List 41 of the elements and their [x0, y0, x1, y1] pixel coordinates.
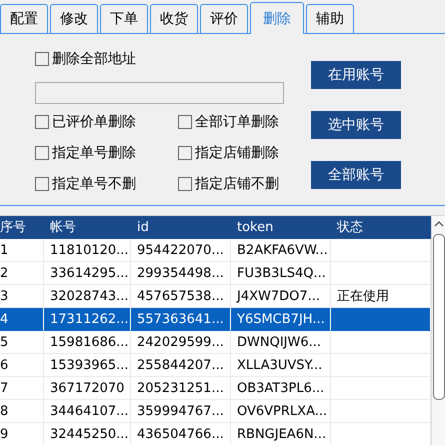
- table-row[interactable]: 8 34464107... 359994767... OV6VPRLXA...: [0, 400, 431, 423]
- scrollbar[interactable]: [431, 216, 445, 445]
- checkbox[interactable]: [35, 146, 49, 160]
- scrollbar-thumb[interactable]: [433, 234, 445, 400]
- table-row[interactable]: 2 33614295... 299354498... FU3B3LS4Q...: [0, 262, 431, 285]
- table-row[interactable]: 9 32445250... 436504766... RBNGJEA6N...: [0, 423, 431, 445]
- table-row[interactable]: 3 32028743... 457657538... J4XW7DO7... 正在使用: [0, 285, 431, 308]
- checkbox-option[interactable]: 指定店铺删除: [178, 143, 288, 163]
- account-button[interactable]: 在用账号: [311, 61, 401, 89]
- account-button[interactable]: 全部账号: [311, 161, 401, 189]
- account-button[interactable]: 选中账号: [311, 111, 401, 139]
- checkbox[interactable]: [178, 146, 192, 160]
- tab[interactable]: 修改: [50, 4, 98, 33]
- checkbox-option[interactable]: 全部订单删除: [178, 112, 288, 132]
- checkbox[interactable]: [35, 52, 49, 66]
- table-row[interactable]: 6 15393965... 255844207... XLLA3UVSY...: [0, 354, 431, 377]
- table-cell: 436504766...: [131, 423, 231, 445]
- table-cell: RBNGJEA6N...: [231, 423, 331, 445]
- tab[interactable]: 删除: [250, 2, 304, 34]
- table-row[interactable]: 7 367172070 205231251... OB3AT3PL6...: [0, 377, 431, 400]
- table-row[interactable]: 1 11810120... 954422070... B2AKFA6VW...: [0, 239, 431, 262]
- tab[interactable]: 收货: [150, 4, 198, 33]
- scroll-up-icon[interactable]: [434, 221, 444, 227]
- table-cell: 9: [0, 423, 44, 445]
- checkbox-option[interactable]: 指定单号不删: [35, 174, 178, 194]
- checkbox-option[interactable]: 指定店铺不删: [178, 174, 288, 194]
- tab[interactable]: 评价: [200, 4, 248, 33]
- checkbox-option[interactable]: 已评价单删除: [35, 112, 178, 132]
- tab[interactable]: 配置: [0, 4, 48, 33]
- checkbox[interactable]: [35, 115, 49, 129]
- tab[interactable]: 辅助: [306, 4, 354, 33]
- input-field[interactable]: [35, 82, 284, 104]
- checkbox-option[interactable]: 删除全部地址: [35, 49, 285, 69]
- checkbox[interactable]: [35, 177, 49, 191]
- tab[interactable]: 下单: [100, 4, 148, 33]
- checkbox-option[interactable]: 指定单号删除: [35, 143, 178, 163]
- table-row[interactable]: 4 17311262... 557363641... Y6SMCB7JH...: [0, 308, 431, 331]
- checkbox[interactable]: [178, 115, 192, 129]
- table-cell: 32445250...: [44, 423, 131, 445]
- checkbox[interactable]: [178, 177, 192, 191]
- table-row[interactable]: 5 15981686... 242029599... DWNQIJW6...: [0, 331, 431, 354]
